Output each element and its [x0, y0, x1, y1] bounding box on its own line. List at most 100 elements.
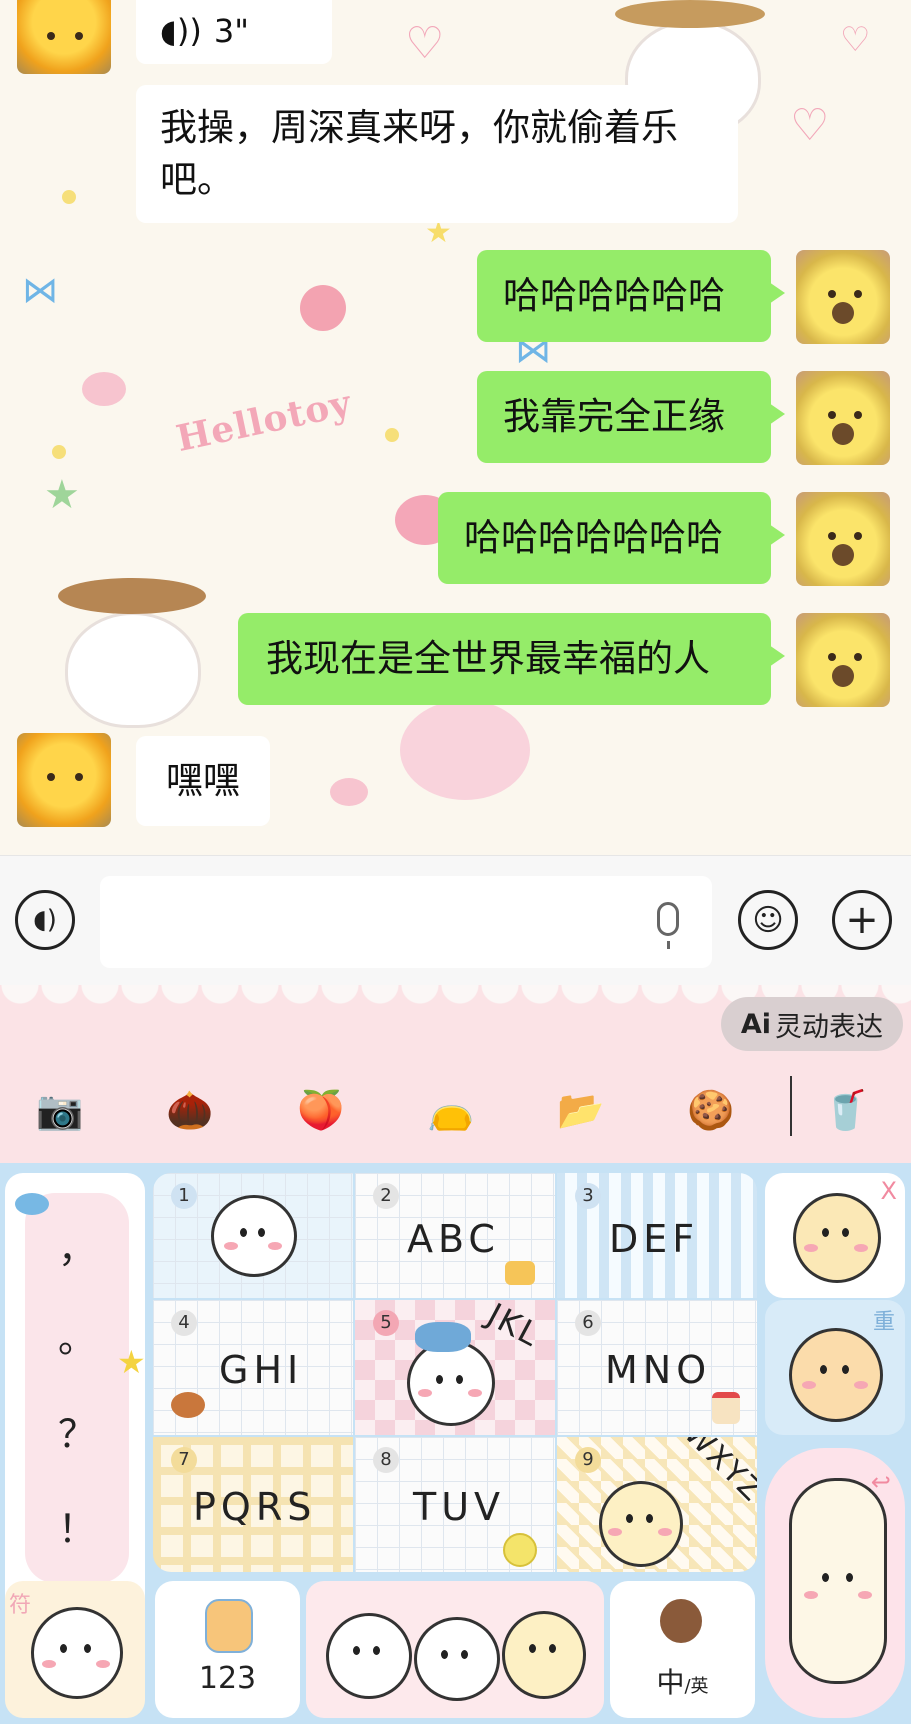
- punct-period[interactable]: 。: [25, 1308, 129, 1363]
- keyboard-toolbar: 📷 🌰 🍑 👝 📂 🍪 🥤: [0, 1070, 911, 1150]
- sack-icon[interactable]: 👝: [423, 1082, 479, 1138]
- chiikawa-character-icon: [414, 1617, 500, 1701]
- lang-sub: /英: [684, 1676, 709, 1697]
- key-letters: ABC: [407, 1217, 500, 1261]
- kurimanju-character-icon: [789, 1328, 883, 1422]
- voice-mode-button[interactable]: ◖): [15, 890, 75, 950]
- acorn-icon[interactable]: 🌰: [162, 1082, 218, 1138]
- hachiware-character-icon: [326, 1613, 412, 1699]
- key-7[interactable]: 7 PQRS: [153, 1437, 353, 1572]
- ai-prefix: Ai: [740, 1008, 771, 1040]
- ai-label: 灵动表达: [775, 1011, 883, 1043]
- heart-decoration: ♡: [405, 18, 445, 69]
- my-avatar[interactable]: [796, 250, 890, 344]
- number-label: 123: [198, 1661, 257, 1696]
- cup-icon[interactable]: 🥤: [818, 1082, 874, 1138]
- outgoing-message-bubble[interactable]: 哈哈哈哈哈哈哈: [438, 492, 785, 584]
- hat-decoration: [58, 578, 206, 614]
- lang-main: 中: [656, 1666, 685, 1699]
- incoming-message-bubble[interactable]: 嘿嘿: [136, 736, 270, 826]
- chat-area[interactable]: ♡ ♡ ♡ ★ ★ ⋈ ⋈ Hellotoy ◖)) 3" 我操，周深真来呀，你就…: [0, 0, 911, 855]
- emoji-icon: ☺: [752, 902, 784, 938]
- voice-mode-icon: ◖): [33, 905, 57, 935]
- symbol-label: 符: [9, 1593, 32, 1618]
- symbol-key[interactable]: 符: [5, 1581, 145, 1718]
- number-key[interactable]: 123: [155, 1581, 300, 1718]
- plus-button[interactable]: +: [832, 890, 892, 950]
- star-sticker-icon: ★: [117, 1343, 146, 1381]
- key-4[interactable]: 4 GHI: [153, 1300, 353, 1435]
- key-3[interactable]: 3 DEF: [557, 1173, 757, 1298]
- rakko-character-icon: [789, 1478, 887, 1684]
- outgoing-message-bubble[interactable]: 哈哈哈哈哈哈: [477, 250, 785, 342]
- hachiware-character-icon: [407, 1340, 495, 1426]
- star-decoration: ★: [44, 472, 80, 518]
- outgoing-message-bubble[interactable]: 我靠完全正缘: [477, 371, 785, 463]
- contact-avatar[interactable]: [17, 0, 111, 74]
- enter-key[interactable]: ↩: [765, 1448, 905, 1718]
- wallpaper-text: Hellotoy: [172, 381, 356, 461]
- delete-mark: X: [880, 1177, 897, 1205]
- emoji-button[interactable]: ☺: [738, 890, 798, 950]
- outgoing-message-bubble[interactable]: 我现在是全世界最幸福的人: [238, 613, 785, 705]
- key-letters: DEF: [609, 1217, 700, 1261]
- paw-decoration: [82, 372, 126, 406]
- delete-key[interactable]: X: [765, 1173, 905, 1298]
- reenter-key[interactable]: 重: [765, 1300, 905, 1435]
- key-number: 9: [575, 1447, 601, 1473]
- momonga-character-icon: [31, 1607, 123, 1699]
- input-bar: ◖) ☺ +: [0, 855, 911, 986]
- voice-message-bubble[interactable]: ◖)) 3": [136, 0, 332, 64]
- my-avatar[interactable]: [796, 371, 890, 465]
- peach-icon[interactable]: 🍑: [293, 1082, 349, 1138]
- microphone-icon[interactable]: [657, 902, 679, 949]
- key-number: 3: [575, 1183, 601, 1209]
- toolbar-divider: [790, 1076, 792, 1136]
- key-6[interactable]: 6 MNO: [557, 1300, 757, 1435]
- punct-comma[interactable]: ，: [25, 1218, 129, 1273]
- message-line: 吧。: [160, 158, 234, 201]
- punct-question[interactable]: ？: [25, 1403, 129, 1458]
- key-number: 2: [373, 1183, 399, 1209]
- ai-expression-button[interactable]: Ai 灵动表达: [720, 997, 903, 1051]
- camera-icon[interactable]: 📷: [32, 1082, 88, 1138]
- key-number: 7: [171, 1447, 197, 1473]
- hello-kitty-decoration: [65, 612, 201, 728]
- space-key[interactable]: [306, 1581, 604, 1718]
- message-input[interactable]: [100, 876, 712, 968]
- message-line: 我操，周深真来呀，你就偷着乐: [160, 106, 678, 149]
- cake-icon: [712, 1392, 740, 1424]
- bow-icon: [415, 1322, 471, 1352]
- punctuation-panel: ， 。 ？ ！ ★: [5, 1173, 146, 1635]
- strawberry-decoration: [300, 285, 346, 331]
- key-9[interactable]: 9 WXYZ: [557, 1437, 757, 1572]
- punctuation-strip: ， 。 ？ ！: [25, 1193, 129, 1583]
- dot-decoration: [52, 445, 66, 459]
- contact-avatar[interactable]: [17, 733, 111, 827]
- pink-kitty-decoration: [400, 700, 530, 800]
- enter-icon: ↩: [870, 1468, 891, 1496]
- punct-exclaim[interactable]: ！: [25, 1498, 129, 1553]
- incoming-message-bubble[interactable]: 我操，周深真来呀，你就偷着乐 吧。: [136, 85, 738, 223]
- chiikawa-character-icon: [211, 1195, 297, 1277]
- key-1[interactable]: 1: [153, 1173, 353, 1298]
- dot-decoration: [62, 190, 76, 204]
- my-avatar[interactable]: [796, 613, 890, 707]
- bow-decoration: ⋈: [22, 270, 58, 311]
- keyboard: Ai 灵动表达 📷 🌰 🍑 👝 📂 🍪 🥤 ， 。 ？ ！ ★ 1 2 ABC …: [0, 985, 911, 1724]
- usagi-character-icon: [599, 1481, 683, 1567]
- key-5[interactable]: 5 JKL: [355, 1300, 555, 1435]
- fish-sticker-icon: [15, 1193, 49, 1215]
- key-letters: MNO: [605, 1348, 712, 1392]
- my-avatar[interactable]: [796, 492, 890, 586]
- folder-icon[interactable]: 📂: [553, 1082, 609, 1138]
- shisa-character-icon: [793, 1193, 881, 1283]
- key-2[interactable]: 2 ABC: [355, 1173, 555, 1298]
- dot-decoration: [385, 428, 399, 442]
- key-letters: GHI: [219, 1348, 304, 1392]
- key-number: 5: [373, 1310, 399, 1336]
- language-switch-key[interactable]: 中/英: [610, 1581, 755, 1718]
- snack-bag-icon[interactable]: 🍪: [683, 1082, 739, 1138]
- key-8[interactable]: 8 TUV: [355, 1437, 555, 1572]
- key-number: 8: [373, 1447, 399, 1473]
